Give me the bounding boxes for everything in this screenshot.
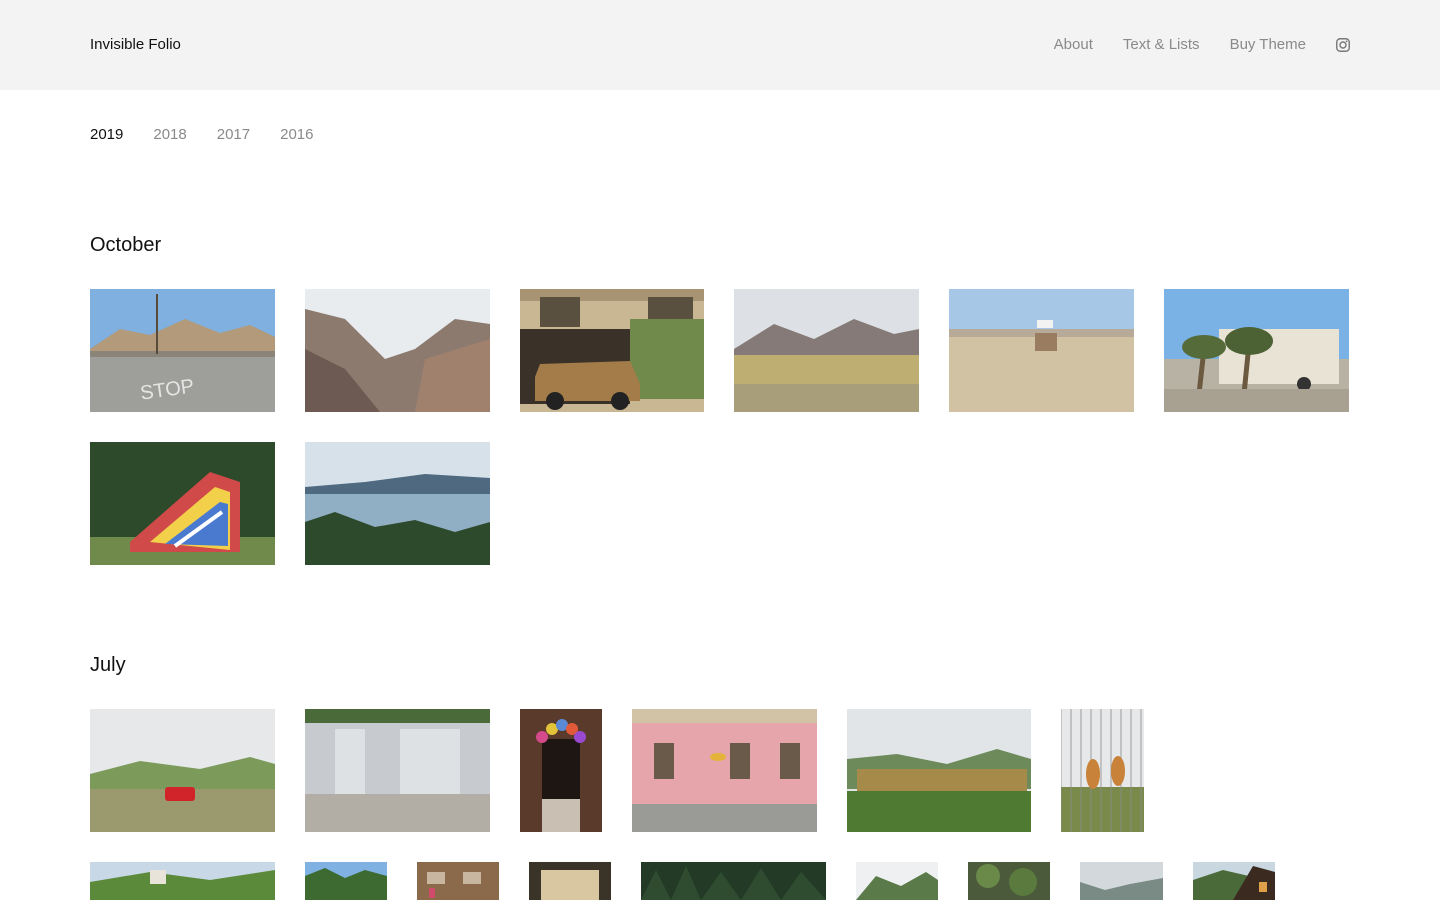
old-truck-garage-photo[interactable] (520, 289, 704, 412)
main-nav: About Text & Lists Buy Theme (1054, 36, 1350, 54)
inflatable-slide-photo[interactable] (90, 442, 275, 565)
village-house-photo[interactable] (90, 862, 275, 900)
pink-building-photo[interactable] (632, 709, 817, 832)
dark-forest-photo[interactable] (641, 862, 826, 900)
green-mountains-photo[interactable] (856, 862, 938, 900)
desert-mountains-photo[interactable] (734, 289, 919, 412)
nav-buy-theme-link[interactable]: Buy Theme (1230, 36, 1306, 54)
apartment-laundry-photo[interactable] (417, 862, 499, 900)
balloon-doorway-photo[interactable] (520, 709, 602, 832)
site-header: Invisible Folio About Text & Lists Buy T… (0, 0, 1440, 90)
red-car-hills-photo[interactable] (90, 709, 275, 832)
ivy-wall-photo[interactable] (968, 862, 1050, 900)
year-link-2018[interactable]: 2018 (153, 126, 186, 144)
fence-bears-photo[interactable] (1061, 709, 1144, 832)
nav-text-lists-link[interactable]: Text & Lists (1123, 36, 1200, 54)
site-brand-link[interactable]: Invisible Folio (90, 36, 181, 54)
garage-doors-photo[interactable] (305, 709, 490, 832)
year-filter: 2019 2018 2017 2016 (90, 126, 344, 144)
lake-forest-photo[interactable] (305, 442, 490, 565)
wooden-house-photo[interactable] (1193, 862, 1275, 900)
interior-doorway-photo[interactable] (529, 862, 611, 900)
trailer-palm-trees-photo[interactable] (1164, 289, 1349, 412)
freight-train-photo[interactable] (847, 709, 1031, 832)
year-link-2017[interactable]: 2017 (217, 126, 250, 144)
nav-about-link[interactable]: About (1054, 36, 1093, 54)
trees-sky-photo[interactable] (305, 862, 387, 900)
desert-road-stop-photo[interactable]: STOP (90, 289, 275, 412)
desert-sign-photo[interactable] (949, 289, 1134, 412)
month-title-july: July (90, 654, 126, 676)
misty-valley-photo[interactable] (1080, 862, 1163, 900)
year-link-2019[interactable]: 2019 (90, 126, 123, 144)
instagram-icon[interactable] (1336, 38, 1350, 52)
month-title-october: October (90, 234, 162, 256)
year-link-2016[interactable]: 2016 (280, 126, 313, 144)
mountain-valley-photo[interactable] (305, 289, 490, 412)
